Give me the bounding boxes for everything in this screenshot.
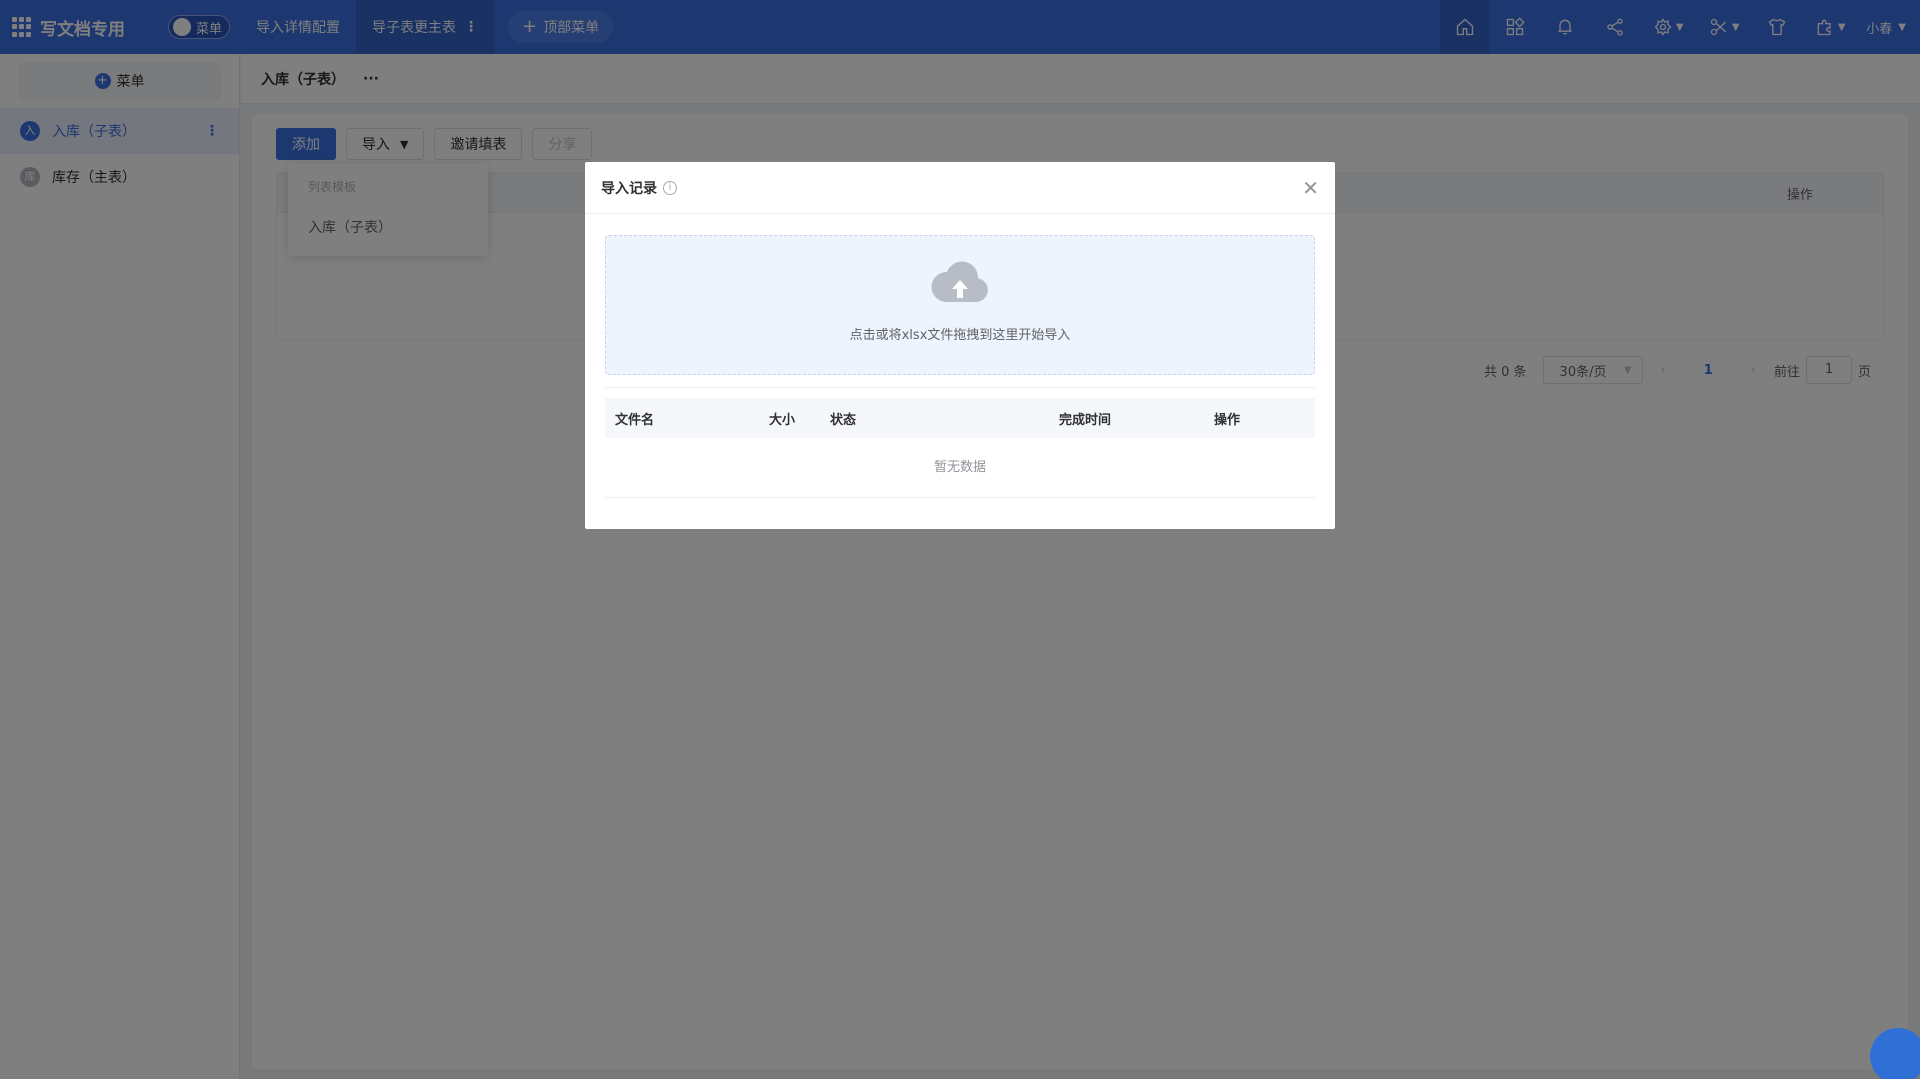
col-filename: 文件名 — [615, 413, 655, 428]
info-icon[interactable]: i — [663, 180, 677, 195]
import-records-dialog: 导入记录 i ✕ 点击或将xlsx文件拖拽到这里开始导入 文件名 大小 状态 完… — [585, 162, 1335, 529]
cloud-upload-icon — [931, 261, 988, 302]
col-size: 大小 — [769, 413, 796, 428]
col-finished-time: 完成时间 — [1059, 413, 1112, 428]
table-header: 文件名 大小 状态 完成时间 操作 — [605, 398, 1315, 438]
dropzone-text: 点击或将xlsx文件拖拽到这里开始导入 — [849, 328, 1071, 343]
dialog-header: 导入记录 i ✕ — [585, 162, 1335, 214]
close-icon[interactable]: ✕ — [1302, 178, 1319, 198]
col-actions: 操作 — [1214, 413, 1241, 428]
upload-dropzone[interactable]: 点击或将xlsx文件拖拽到这里开始导入 — [605, 235, 1315, 375]
import-records-table: 文件名 大小 状态 完成时间 操作 暂无数据 — [605, 398, 1315, 498]
dialog-title: 导入记录 — [601, 180, 657, 197]
col-status: 状态 — [830, 413, 857, 428]
floating-home-button[interactable] — [1870, 1028, 1920, 1079]
empty-state: 暂无数据 — [605, 438, 1315, 498]
divider — [605, 387, 1315, 388]
